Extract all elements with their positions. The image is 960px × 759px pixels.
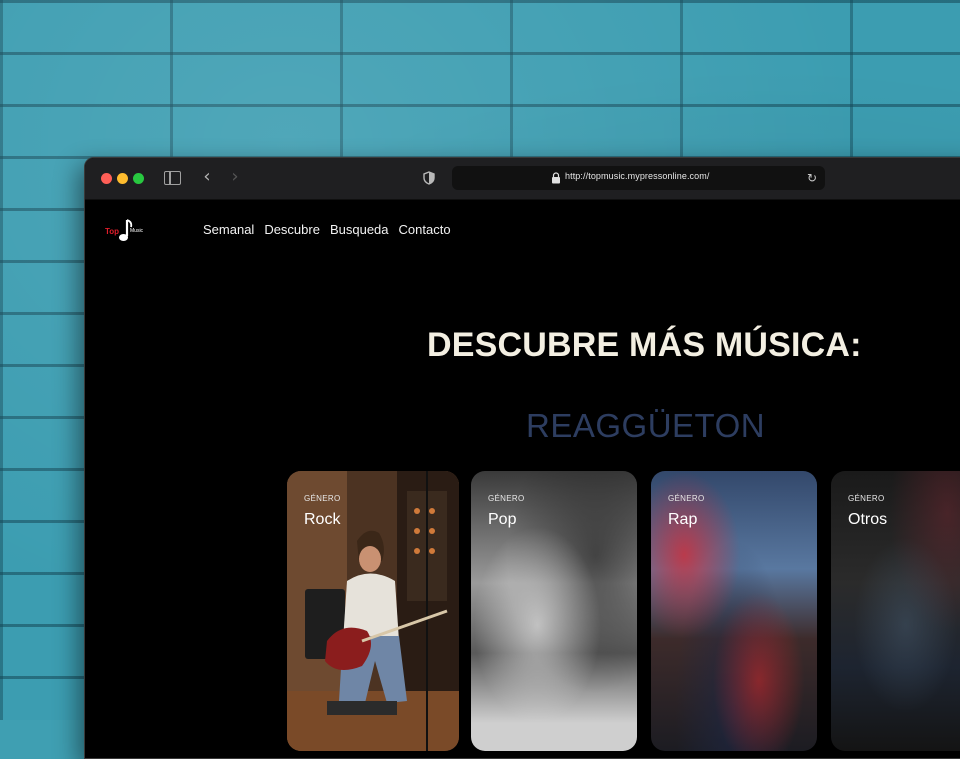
card-label-small: GÉNERO (668, 494, 705, 503)
card-label-small: GÉNERO (848, 494, 885, 503)
nav-link-descubre[interactable]: Descubre (264, 222, 320, 237)
lock-icon (552, 172, 560, 184)
site-logo[interactable]: Top Music (105, 218, 147, 246)
web-page: Top Music Semanal Descubre Busqueda Cont… (85, 200, 960, 758)
page-headline: DESCUBRE MÁS MÚSICA: (427, 326, 862, 364)
genre-card-pop[interactable]: GÉNERO Pop (471, 471, 637, 751)
url-text: http://topmusic.mypressonline.com/ (565, 171, 710, 181)
genre-card-rock[interactable]: GÉNERO Rock (287, 471, 459, 751)
card-title: Rock (304, 511, 341, 528)
shield-icon[interactable] (422, 171, 436, 185)
maximize-window-button[interactable] (133, 173, 144, 184)
close-window-button[interactable] (101, 173, 112, 184)
nav-link-contacto[interactable]: Contacto (399, 222, 451, 237)
logo-subtext: Music (130, 228, 144, 234)
nav-link-semanal[interactable]: Semanal (203, 222, 254, 237)
card-title: Otros (848, 511, 888, 528)
back-arrow-icon[interactable]: ‹ (199, 168, 215, 186)
logo-text: Top (105, 227, 120, 236)
genre-card-otros[interactable]: GÉNERO Otros (831, 471, 960, 751)
browser-window: ‹ › http://topmusic.mypressonline.com/ ↻… (84, 157, 960, 759)
main-nav: Semanal Descubre Busqueda Contacto (203, 222, 451, 237)
card-title: Rap (668, 511, 698, 528)
nav-link-busqueda[interactable]: Busqueda (330, 222, 389, 237)
card-label-small: GÉNERO (304, 494, 341, 503)
reload-icon[interactable]: ↻ (805, 171, 819, 185)
card-title: Pop (488, 511, 517, 528)
forward-arrow-icon[interactable]: › (227, 168, 243, 186)
browser-toolbar: ‹ › http://topmusic.mypressonline.com/ ↻ (85, 158, 960, 200)
genre-card-rap[interactable]: GÉNERO Rap (651, 471, 817, 751)
address-bar[interactable]: http://topmusic.mypressonline.com/ ↻ (452, 166, 825, 190)
card-label-small: GÉNERO (488, 494, 525, 503)
sidebar-toggle-icon[interactable] (164, 171, 181, 185)
minimize-window-button[interactable] (117, 173, 128, 184)
rotating-genre-text: REAGGÜETON (526, 407, 766, 444)
